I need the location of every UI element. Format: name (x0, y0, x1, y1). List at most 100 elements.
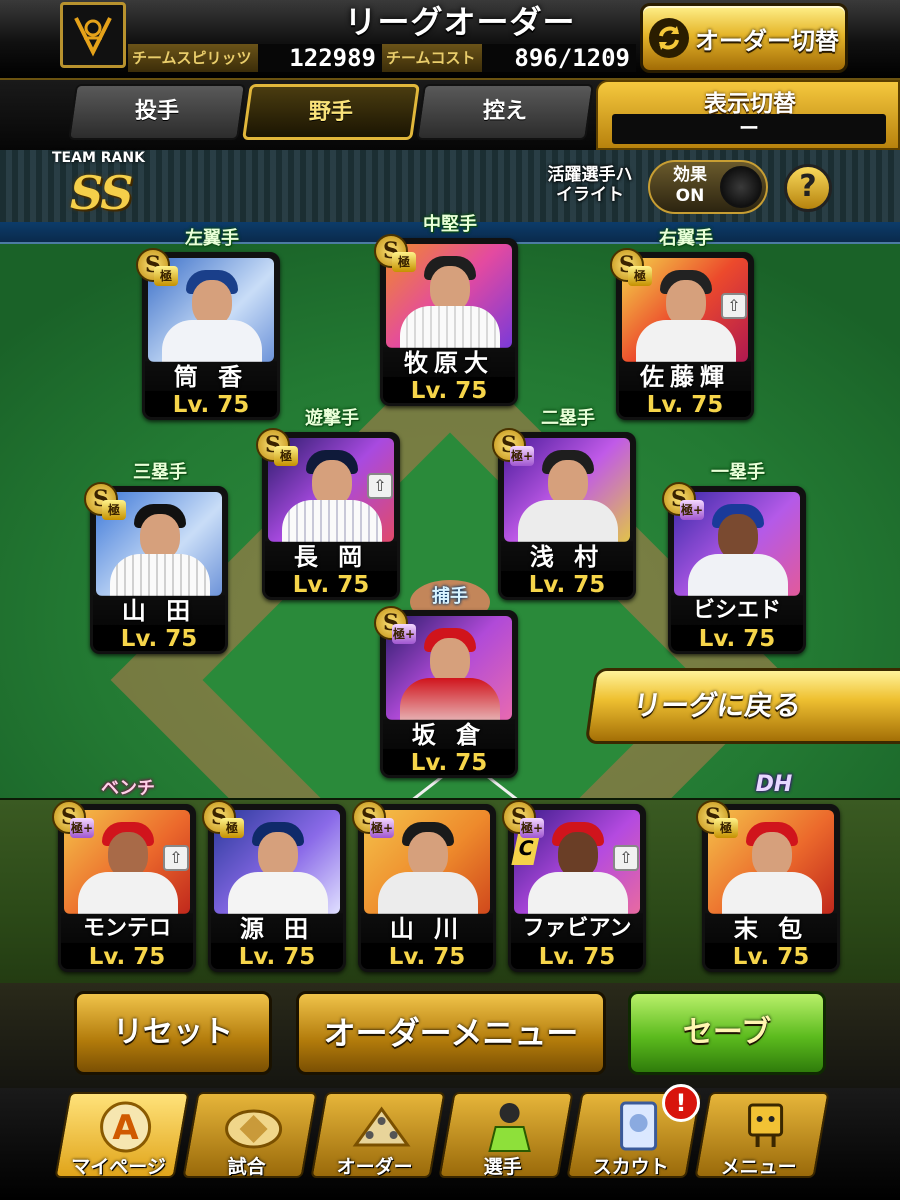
help-button[interactable]: ? (784, 164, 832, 212)
level-up-icon: ⇧ (367, 473, 393, 499)
position-label-right-field: 右翼手 (659, 228, 713, 249)
tab-pitchers[interactable]: 投手 (68, 84, 246, 140)
player-icon (478, 1098, 542, 1154)
position-label-third-base: 三塁手 (133, 462, 187, 483)
grade-badge: 極+ (392, 624, 416, 644)
player-name: 佐藤輝 (619, 361, 751, 393)
player-level: Lv. 75 (211, 943, 343, 969)
scout-card-icon (606, 1098, 670, 1154)
player-level: Lv. 75 (671, 625, 803, 651)
player-name: 長 岡 (265, 541, 397, 573)
nav-menu[interactable]: メニュー (694, 1092, 830, 1178)
nav-label: マイページ (71, 1156, 166, 1178)
s-rank-badge: S 極+ (52, 800, 96, 844)
player-name: 浅 村 (501, 541, 633, 573)
player-name: 源 田 (211, 913, 343, 945)
s-rank-badge: S極 (696, 800, 740, 844)
effect-toggle-state: ON (675, 186, 705, 206)
player-name: モンテロ (61, 913, 193, 945)
page-title: リーグオーダー (344, 3, 576, 41)
bench-label: ベンチ (101, 778, 155, 799)
player-level: Lv. 75 (511, 943, 643, 969)
player-level: Lv. 75 (265, 571, 397, 597)
nav-label: スカウト (592, 1156, 669, 1178)
team-spirits-value: 122989 (258, 44, 382, 72)
dh-label: DH (755, 772, 793, 797)
svg-text:A: A (112, 1108, 139, 1148)
player-level: Lv. 75 (383, 377, 515, 403)
position-label-center-field: 中堅手 (423, 214, 477, 235)
notification-alert-icon: ! (662, 1084, 700, 1122)
player-name: 筒 香 (145, 361, 277, 393)
highlight-label: 活躍選手ハイライト (547, 165, 633, 205)
s-rank-badge: S 極+ (492, 428, 536, 472)
order-switch-button[interactable]: オーダー切替 (640, 3, 848, 73)
effect-toggle-label: 効果 (673, 165, 707, 185)
grade-badge: 極 (102, 500, 126, 520)
display-switch-title: 表示切替 (704, 91, 796, 117)
nav-players[interactable]: 選手 (438, 1092, 574, 1178)
action-bar: リセット オーダーメニュー セーブ (0, 983, 900, 1088)
s-rank-badge: S 極+ (662, 482, 706, 526)
player-name: 山 田 (93, 595, 225, 627)
nav-mypage[interactable]: A マイページ (54, 1092, 190, 1178)
level-up-icon: ⇧ (721, 293, 747, 319)
team-rank-label: TEAM RANK (52, 150, 145, 166)
position-label-first-base: 一塁手 (711, 462, 765, 483)
player-level: Lv. 75 (361, 943, 493, 969)
header-bar: リーグオーダー チームスピリッツ 122989 チームコスト 896/1209 … (0, 0, 900, 80)
level-up-icon: ⇧ (613, 845, 639, 871)
player-name: ファビアン (511, 913, 643, 945)
s-rank-badge: S 極+ (502, 800, 546, 844)
s-rank-badge: S極 (84, 482, 128, 526)
save-button[interactable]: セーブ (628, 991, 826, 1075)
tab-reserves[interactable]: 控え (416, 84, 594, 140)
grade-badge: 極 (274, 446, 298, 466)
team-rank-value: SS (70, 166, 133, 220)
player-level: Lv. 75 (61, 943, 193, 969)
level-up-icon: ⇧ (163, 845, 189, 871)
player-level: Lv. 75 (501, 571, 633, 597)
tab-fielders[interactable]: 野手 (242, 84, 420, 140)
return-to-league-button[interactable]: リーグに戻る (584, 668, 900, 744)
s-rank-badge: S 極+ (352, 800, 396, 844)
player-name: 末 包 (705, 913, 837, 945)
grade-badge: 極+ (370, 818, 394, 838)
tab-label: 野手 (308, 100, 353, 125)
grade-badge: 極 (154, 266, 178, 286)
position-label-left-field: 左翼手 (185, 228, 239, 249)
nav-games[interactable]: 試合 (182, 1092, 318, 1178)
mypage-icon: A (94, 1098, 158, 1154)
team-cost-value: 896/1209 (482, 44, 636, 72)
player-level: Lv. 75 (383, 749, 515, 775)
grade-badge: 極 (714, 818, 738, 838)
grade-badge: 極 (392, 252, 416, 272)
order-field-icon (350, 1098, 414, 1154)
player-name: 牧原大 (383, 347, 515, 379)
s-rank-badge: S極 (610, 248, 654, 292)
nav-order[interactable]: オーダー (310, 1092, 446, 1178)
order-menu-button[interactable]: オーダーメニュー (296, 991, 606, 1075)
s-rank-badge: S極 (256, 428, 300, 472)
player-level: Lv. 75 (705, 943, 837, 969)
player-level: Lv. 75 (145, 391, 277, 417)
bottom-nav: A マイページ 試合 オーダー 選手 スカウト メニュー (0, 1088, 900, 1200)
team-logo-icon (74, 17, 112, 57)
nav-label: 選手 (483, 1156, 522, 1178)
stadium-icon (222, 1098, 286, 1154)
effect-toggle[interactable]: 効果 ON (648, 160, 768, 214)
grade-badge: 極+ (70, 818, 94, 838)
nav-label: 試合 (227, 1156, 266, 1178)
player-name: ビシエド (671, 595, 803, 627)
player-level: Lv. 75 (93, 625, 225, 651)
display-switch-button[interactable]: 表示切替 ー (596, 80, 900, 150)
team-cost-label: チームコスト (382, 44, 482, 72)
grade-badge: 極 (628, 266, 652, 286)
grade-badge: 極+ (680, 500, 704, 520)
order-switch-label: オーダー切替 (695, 26, 839, 55)
s-rank-badge: S極 (202, 800, 246, 844)
team-logo (60, 2, 126, 68)
s-rank-badge: S極 (374, 234, 418, 278)
tab-label: 投手 (134, 99, 179, 124)
reset-button[interactable]: リセット (74, 991, 272, 1075)
